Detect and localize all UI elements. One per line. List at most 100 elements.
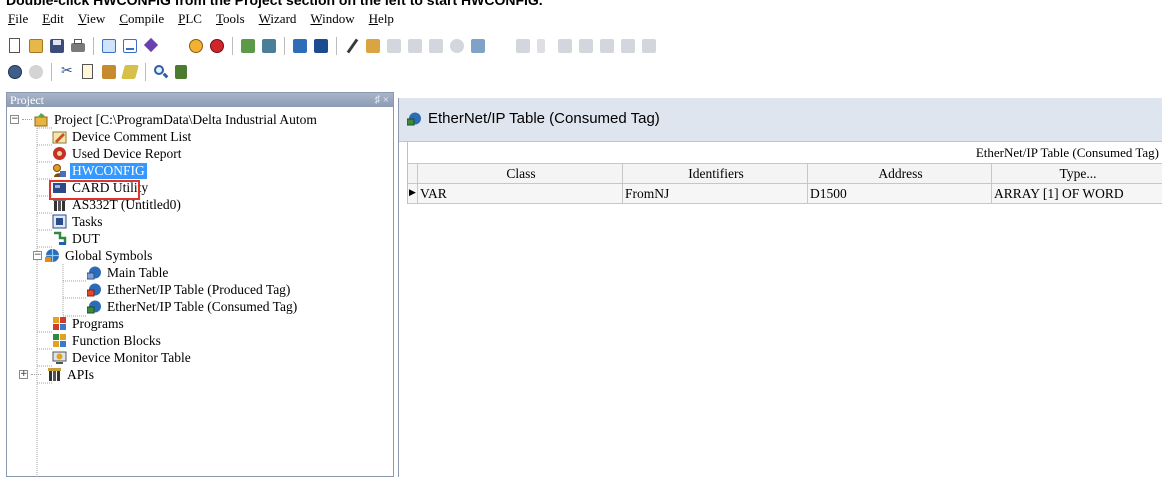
disabled-tool-icon[interactable]	[640, 37, 658, 55]
connection-icon[interactable]	[469, 37, 487, 55]
column-header-type[interactable]: Type...	[992, 164, 1162, 183]
toolbar-separator	[145, 63, 146, 81]
cell-type[interactable]: ARRAY [1] OF WORD	[992, 184, 1162, 203]
tree-item-device-comment-list[interactable]: Device Comment List	[7, 128, 393, 145]
tree-item-project-root[interactable]: − Project [C:\ProgramData\Delta Industri…	[7, 111, 393, 128]
eraser-icon[interactable]	[121, 63, 139, 81]
menu-tools[interactable]: Tools	[216, 11, 245, 27]
run-circle-icon[interactable]	[187, 37, 205, 55]
document-tab-bar: EtherNet/IP Table (Consumed Tag)	[399, 98, 1162, 142]
cell-address[interactable]: D1500	[808, 184, 992, 203]
tree-item-global-symbols[interactable]: − Global Symbols	[7, 247, 393, 264]
toolbar-separator	[336, 37, 337, 55]
cell-identifier[interactable]: FromNJ	[623, 184, 808, 203]
dut-icon	[52, 231, 67, 246]
save-icon[interactable]	[48, 37, 66, 55]
menu-bar: File Edit View Compile PLC Tools Wizard …	[0, 8, 1162, 30]
project-icon	[34, 112, 49, 127]
menu-wizard[interactable]: Wizard	[259, 11, 297, 27]
row-indicator-icon: ▶	[408, 184, 418, 203]
tree-item-tasks[interactable]: Tasks	[7, 213, 393, 230]
pin-close-icon[interactable]: ♯ ×	[375, 93, 389, 107]
cell-class[interactable]: VAR	[418, 184, 623, 203]
disabled-tool-icon[interactable]	[556, 37, 574, 55]
global-symbols-icon	[45, 248, 60, 263]
tag-table: EtherNet/IP Table (Consumed Tag) Class I…	[407, 142, 1162, 204]
disabled-tool-icon[interactable]	[385, 37, 403, 55]
column-header-class[interactable]: Class	[418, 164, 623, 183]
collapse-toggle[interactable]: −	[10, 115, 19, 124]
project-pane-title: Project ♯ ×	[7, 93, 393, 107]
tree-item-eip-consumed[interactable]: EtherNet/IP Table (Consumed Tag)	[7, 298, 393, 315]
hwconfig-highlight-box	[49, 180, 140, 200]
disabled-tool-icon[interactable]	[448, 37, 466, 55]
collapse-toggle[interactable]: −	[33, 251, 42, 260]
toolbar-separator	[284, 37, 285, 55]
caption-text: Double-click HWCONFIG from the Project s…	[6, 0, 543, 8]
tree-item-programs[interactable]: Programs	[7, 315, 393, 332]
upload-icon[interactable]	[239, 37, 257, 55]
column-header-identifiers[interactable]: Identifiers	[623, 164, 808, 183]
monitor-icon	[52, 350, 67, 365]
cut-icon[interactable]: ✂	[58, 63, 76, 81]
globe-produced-icon	[86, 282, 102, 297]
editor-pane: EtherNet/IP Table (Consumed Tag) EtherNe…	[398, 98, 1162, 477]
tree-item-device-monitor-table[interactable]: Device Monitor Table	[7, 349, 393, 366]
disabled-tool-icon[interactable]	[514, 37, 532, 55]
disabled-tool-icon[interactable]	[577, 37, 595, 55]
search-icon[interactable]	[152, 63, 170, 81]
download-icon[interactable]	[260, 37, 278, 55]
pen-icon[interactable]	[343, 37, 361, 55]
tree-item-hwconfig[interactable]: HWCONFIG	[7, 162, 393, 179]
function-blocks-icon	[52, 333, 67, 348]
print-icon[interactable]	[69, 37, 87, 55]
monitor-on-icon[interactable]	[291, 37, 309, 55]
tree-item-dut[interactable]: DUT	[7, 230, 393, 247]
menu-plc[interactable]: PLC	[178, 11, 202, 27]
toolbar-separator	[232, 37, 233, 55]
column-header-address[interactable]: Address	[808, 164, 992, 183]
forward-circle-icon[interactable]	[27, 63, 45, 81]
caption-strip: Double-click HWCONFIG from the Project s…	[0, 0, 1162, 8]
monitor-off-icon[interactable]	[312, 37, 330, 55]
copy-icon[interactable]	[79, 63, 97, 81]
disabled-tool-icon[interactable]	[598, 37, 616, 55]
edit-toolbar: ✂	[6, 60, 194, 84]
disabled-tool-icon[interactable]	[427, 37, 445, 55]
replace-icon[interactable]	[173, 63, 191, 81]
menu-compile[interactable]: Compile	[119, 11, 164, 27]
window-layout-icon[interactable]	[100, 37, 118, 55]
toolbar-separator	[51, 63, 52, 81]
new-file-icon[interactable]	[6, 37, 24, 55]
expand-toggle[interactable]: +	[19, 370, 28, 379]
settings-icon[interactable]	[364, 37, 382, 55]
menu-file[interactable]: File	[8, 11, 28, 27]
table-row[interactable]: ▶ VAR FromNJ D1500 ARRAY [1] OF WORD	[408, 184, 1162, 204]
toolbar-separator	[93, 37, 94, 55]
apis-icon	[47, 367, 62, 382]
disabled-tool-icon[interactable]	[535, 37, 553, 55]
menu-help[interactable]: Help	[369, 11, 394, 27]
open-folder-icon[interactable]	[27, 37, 45, 55]
menu-view[interactable]: View	[78, 11, 105, 27]
paste-icon[interactable]	[100, 63, 118, 81]
menu-window[interactable]: Window	[310, 11, 354, 27]
stop-circle-icon[interactable]	[208, 37, 226, 55]
minimize-window-icon[interactable]	[121, 37, 139, 55]
globe-consumed-icon	[86, 299, 102, 314]
menu-edit[interactable]: Edit	[42, 11, 64, 27]
document-tab[interactable]: EtherNet/IP Table (Consumed Tag)	[406, 110, 660, 127]
diamond-tool-icon[interactable]	[142, 37, 160, 55]
back-circle-icon[interactable]	[6, 63, 24, 81]
tree-item-apis[interactable]: + APIs	[7, 366, 393, 383]
tree-item-eip-produced[interactable]: EtherNet/IP Table (Produced Tag)	[7, 281, 393, 298]
tree-item-main-table[interactable]: Main Table	[7, 264, 393, 281]
tree-item-function-blocks[interactable]: Function Blocks	[7, 332, 393, 349]
disabled-tool-icon[interactable]	[619, 37, 637, 55]
disabled-tool-icon[interactable]	[406, 37, 424, 55]
row-indicator-header	[408, 164, 418, 183]
tree-item-used-device-report[interactable]: Used Device Report	[7, 145, 393, 162]
comment-pencil-icon	[52, 129, 67, 144]
hwconfig-icon	[52, 163, 67, 178]
project-pane: Project ♯ × − Project [C:\ProgramData\De…	[6, 92, 394, 477]
